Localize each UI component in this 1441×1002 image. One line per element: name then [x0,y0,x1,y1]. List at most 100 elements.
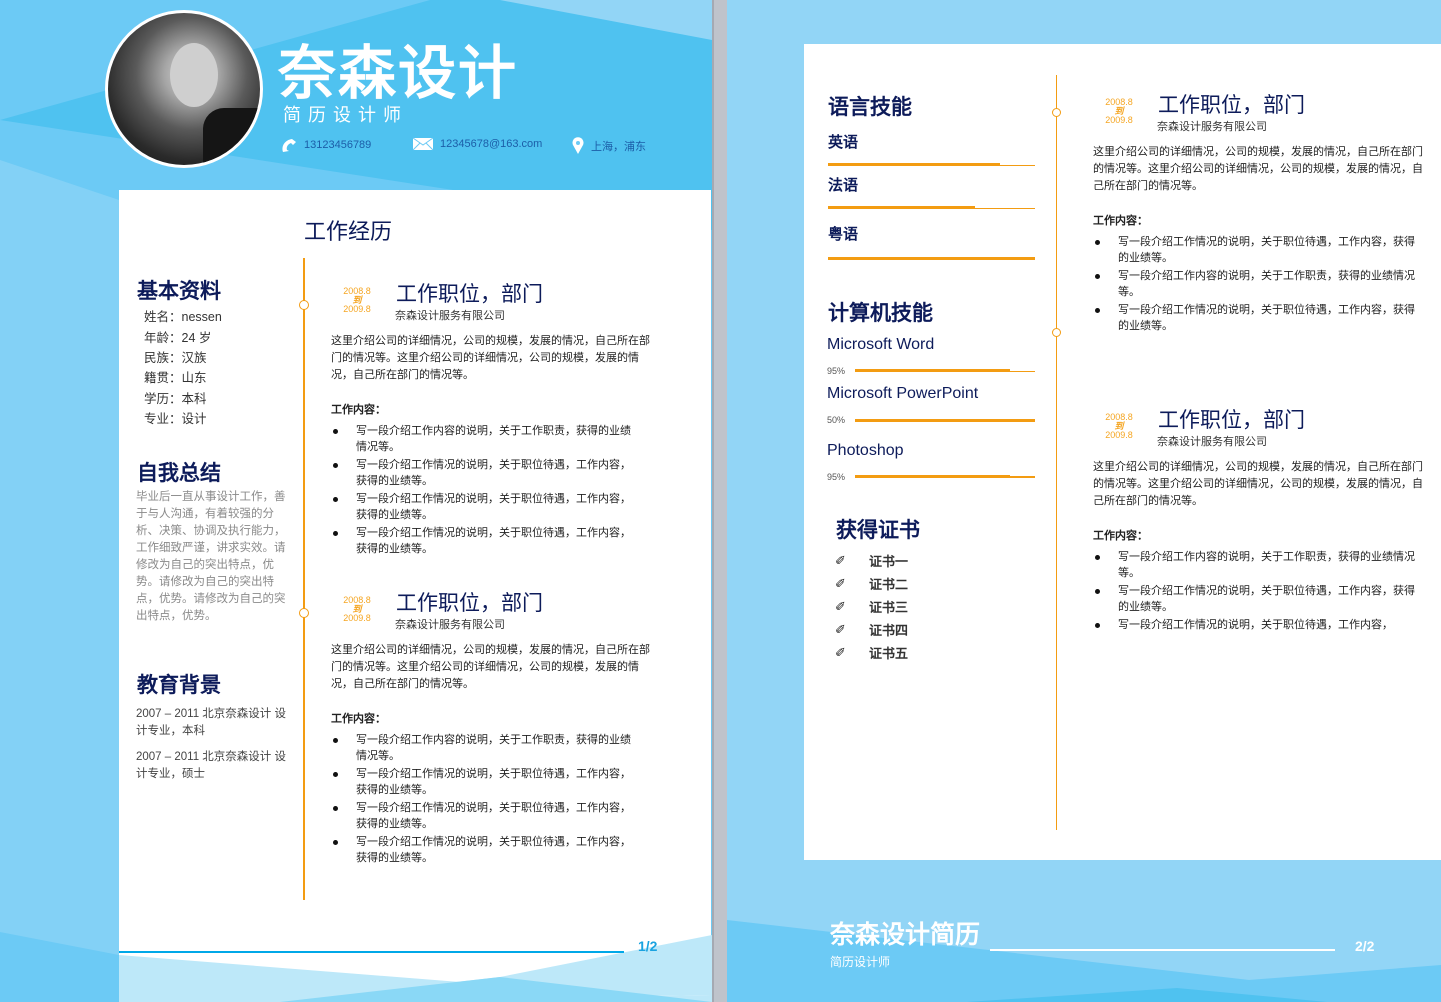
skill-name: Microsoft PowerPoint [827,385,979,402]
language-name: 法语 [828,177,859,194]
language-name: 粤语 [828,226,859,243]
cert-item: ✐ 证书五 [835,643,908,662]
job-company: 奈森设计服务有限公司 [1157,436,1267,448]
job-title: 工作职位，部门 [1158,409,1305,432]
job-content-label: 工作内容： [1093,530,1148,542]
skill-bar [855,419,1035,422]
job-bullet: 写一段介绍工作情况的说明，关于职位待遇，工作内容，获得的业绩等。 [1093,583,1418,615]
certs-heading: 获得证书 [836,519,920,542]
job-dates: 2008.8 到 2009.8 [1102,413,1136,440]
language-bar [828,257,1035,260]
job-dates: 2008.8 到 2009.8 [340,596,374,623]
job-content-label: 工作内容： [1093,215,1148,227]
job-bullets: 写一段介绍工作内容的说明，关于工作职责，获得的业绩情况等。 写一段介绍工作情况的说… [331,423,636,559]
job-dates: 2008.8 到 2009.8 [340,287,374,314]
job-bullet: 写一段介绍工作情况的说明，关于职位待遇，工作内容，获得的业绩等。 [331,834,636,866]
info-name: 姓名：nessen [144,310,222,324]
job-content-label: 工作内容： [331,404,386,416]
timeline-dot [1052,108,1061,117]
skill-name: Photoshop [827,442,904,459]
skill-percent: 50% [827,415,846,425]
certificate-scroll-icon: ✐ [835,621,846,637]
job-title: 工作职位，部门 [396,592,543,615]
job-bullet: 写一段介绍工作内容的说明，关于工作职责，获得的业绩情况等。 [331,423,636,455]
work-heading: 工作经历 [304,219,393,244]
job-bullet: 写一段介绍工作内容的说明，关于工作职责，获得的业绩情况等。 [1093,549,1418,581]
education-item: 2007 – 2011 北京奈森设计 设计专业，本科 [136,708,286,737]
job-content-label: 工作内容： [331,713,386,725]
language-bar [828,163,1035,166]
job-bullet: 写一段介绍工作情况的说明，关于职位待遇，工作内容，获得的业绩等。 [331,766,636,798]
timeline-dot [299,300,309,310]
certificate-scroll-icon: ✐ [835,552,846,568]
certificate-scroll-icon: ✐ [835,644,846,660]
skill-percent: 95% [827,472,846,482]
resume-page-1: 奈森设计 简历设计师 13123456789 12345678@163.com … [0,0,712,1002]
cert-item: ✐ 证书一 [835,551,908,570]
job-bullets: 写一段介绍工作情况的说明，关于职位待遇，工作内容，获得的业绩等。 写一段介绍工作内… [1093,234,1418,336]
job-bullets: 写一段介绍工作内容的说明，关于工作职责，获得的业绩情况等。 写一段介绍工作情况的说… [1093,549,1418,635]
job-bullet: 写一段介绍工作内容的说明，关于工作职责，获得的业绩情况等。 [331,732,636,764]
cert-item: ✐ 证书三 [835,597,908,616]
basic-heading: 基本资料 [137,280,221,303]
resume-page-2: 语言技能 英语 法语 粤语 计算机技能 Microsoft Word 95% M… [727,0,1441,1002]
job-company: 奈森设计服务有限公司 [395,310,505,322]
cert-label: 证书三 [869,600,909,615]
skill-name: Microsoft Word [827,336,935,353]
job-bullet: 写一段介绍工作情况的说明，关于职位待遇，工作内容，获得的业绩等。 [1093,234,1418,266]
footer-title: 奈森设计简历 [830,921,981,949]
timeline-dot [1052,328,1061,337]
cert-item: ✐ 证书四 [835,620,908,639]
timeline-line [303,258,305,900]
language-name: 英语 [828,134,859,151]
job-bullet: 写一段介绍工作情况的说明，关于职位待遇，工作内容，获得的业绩等。 [331,457,636,489]
cert-label: 证书二 [869,577,909,592]
page-separator [712,0,727,1002]
date-to: 2009.8 [343,613,371,623]
job-title: 工作职位，部门 [396,283,543,306]
cert-label: 证书五 [869,646,909,661]
cert-label: 证书四 [869,623,909,638]
job-company: 奈森设计服务有限公司 [1157,121,1267,133]
job-bullets: 写一段介绍工作内容的说明，关于工作职责，获得的业绩情况等。 写一段介绍工作情况的说… [331,732,636,868]
job-description: 这里介绍公司的详细情况，公司的规模，发展的情况，自己所在部门的情况等。这里介绍公… [1093,461,1423,507]
footer-line [119,951,624,953]
computer-heading: 计算机技能 [828,302,933,325]
info-major: 专业：设计 [144,412,207,426]
page-number: 1/2 [638,938,658,954]
info-ethnicity: 民族：汉族 [144,351,207,365]
job-description: 这里介绍公司的详细情况，公司的规模，发展的情况，自己所在部门的情况等。这里介绍公… [331,335,650,381]
info-hometown: 籍贯：山东 [144,371,207,385]
job-description: 这里介绍公司的详细情况，公司的规模，发展的情况，自己所在部门的情况等。这里介绍公… [1093,146,1423,192]
skill-bar [855,475,1035,478]
job-bullet: 写一段介绍工作情况的说明，关于职位待遇，工作内容，获得的业绩等。 [331,800,636,832]
education-heading: 教育背景 [137,674,221,697]
job-bullet: 写一段介绍工作内容的说明，关于工作职责，获得的业绩情况等。 [1093,268,1418,300]
footer-line [990,949,1335,951]
job-company: 奈森设计服务有限公司 [395,619,505,631]
job-bullet: 写一段介绍工作情况的说明，关于职位待遇，工作内容，获得的业绩等。 [1093,302,1418,334]
date-to: 2009.8 [1105,430,1133,440]
job-bullet: 写一段介绍工作情况的说明，关于职位待遇，工作内容，获得的业绩等。 [331,525,636,557]
language-bar [828,206,1035,209]
timeline-line [1056,75,1057,830]
job-description: 这里介绍公司的详细情况，公司的规模，发展的情况，自己所在部门的情况等。这里介绍公… [331,644,650,690]
date-to: 2009.8 [1105,115,1133,125]
skill-bar [855,369,1035,372]
cert-label: 证书一 [869,554,909,569]
job-title: 工作职位，部门 [1158,94,1305,117]
date-to: 2009.8 [343,304,371,314]
timeline-dot [299,608,309,618]
cert-item: ✐ 证书二 [835,574,908,593]
languages-heading: 语言技能 [828,96,912,119]
summary-text: 毕业后一直从事设计工作，善于与人沟通，有着较强的分析、决策、协调及执行能力，工作… [136,491,286,622]
info-age: 年龄：24 岁 [144,331,212,345]
job-dates: 2008.8 到 2009.8 [1102,98,1136,125]
skill-percent: 95% [827,366,846,376]
summary-heading: 自我总结 [137,462,221,485]
job-bullet: 写一段介绍工作情况的说明，关于职位待遇，工作内容， [1093,617,1418,633]
job-bullet: 写一段介绍工作情况的说明，关于职位待遇，工作内容，获得的业绩等。 [331,491,636,523]
page-number: 2/2 [1355,938,1375,954]
education-item: 2007 – 2011 北京奈森设计 设计专业，硕士 [136,751,286,780]
certificate-scroll-icon: ✐ [835,598,846,614]
